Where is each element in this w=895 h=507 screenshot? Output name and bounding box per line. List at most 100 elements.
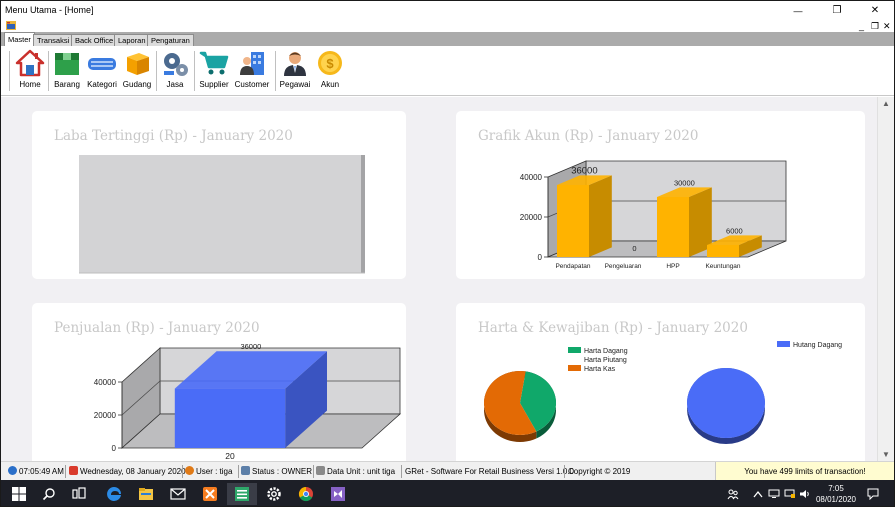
status-separator <box>238 465 239 478</box>
warehouse-box-icon <box>127 53 149 75</box>
harta-aset-legend-label: Harta Dagang <box>584 348 628 355</box>
calendar-icon <box>69 466 78 475</box>
restore-button[interactable]: ❐ <box>818 1 856 20</box>
mdi-restore-button[interactable]: ❐ <box>871 20 879 32</box>
vertical-scrollbar[interactable]: ▲ ▼ <box>877 97 894 461</box>
ribbon-separator <box>9 51 10 91</box>
app-running-icon <box>235 487 249 501</box>
mail-taskbar-button[interactable] <box>163 483 193 505</box>
status-time: 07:05:49 AM <box>8 462 64 481</box>
harta-aset-legend-label: Harta Kas <box>584 366 616 373</box>
pegawai-label: Pegawai <box>279 80 311 89</box>
status-copyright: Copyright © 2019 <box>568 467 631 476</box>
penjualan-category-label: 20 <box>225 451 235 461</box>
file-explorer-icon <box>139 488 153 500</box>
scroll-down-icon[interactable]: ▼ <box>882 450 890 459</box>
gudang-button[interactable]: Gudang <box>121 49 153 95</box>
jasa-button[interactable]: Jasa <box>160 49 190 95</box>
status-user-text: User : tiga <box>196 467 233 476</box>
restore-icon: ❐ <box>832 5 842 16</box>
status-unit: Data Unit : unit tiga <box>316 462 395 481</box>
ribbon-tab-strip: Master Transaksi Back Office Laporan Pen… <box>1 32 894 46</box>
penjualan-y-tick-label: 20000 <box>94 411 117 420</box>
visual-studio-taskbar-button[interactable] <box>323 483 353 505</box>
status-bar: 07:05:49 AM Wednesday, 08 January 2020 U… <box>1 461 894 481</box>
tab-transaksi[interactable]: Transaksi <box>33 34 74 46</box>
close-icon: ✕ <box>870 5 880 16</box>
settings-taskbar-button[interactable] <box>259 483 289 505</box>
task-view-button[interactable] <box>64 483 94 505</box>
status-separator <box>401 465 402 478</box>
harta-aset-legend-swatch <box>568 347 581 353</box>
akun-bar-side <box>589 175 612 257</box>
tab-master[interactable]: Master <box>4 32 35 46</box>
customer-building-icon <box>240 52 264 75</box>
akun-value-label: 0 <box>632 244 636 253</box>
app-form-icon[interactable] <box>6 21 16 30</box>
network-tray-icon[interactable] <box>783 480 797 506</box>
settings-gear-icon <box>267 487 281 501</box>
ribbon-toolbar: Home Barang Kategori Gudang Jasa Supplie… <box>1 46 894 96</box>
home-button[interactable]: Home <box>14 49 46 95</box>
search-icon <box>42 488 55 501</box>
visual-studio-icon <box>331 487 345 501</box>
barang-button[interactable]: Barang <box>52 49 82 95</box>
jasa-label: Jasa <box>166 80 184 89</box>
mail-icon <box>170 488 186 500</box>
box-green-icon <box>55 53 79 75</box>
akun-category-label: Pengeluaran <box>605 263 642 270</box>
mdi-minimize-button[interactable]: _ <box>859 20 864 32</box>
penjualan-y-tick-label: 0 <box>112 444 117 453</box>
scroll-up-icon[interactable]: ▲ <box>882 99 890 108</box>
taskbar-clock[interactable]: 7:05 08/01/2020 <box>811 483 861 505</box>
home-icon <box>15 49 45 77</box>
coin-icon: $ <box>318 51 342 75</box>
status-separator <box>65 465 66 478</box>
windows-taskbar: 7:05 08/01/2020 <box>1 480 894 506</box>
gret-app-taskbar-button[interactable] <box>227 483 257 505</box>
pegawai-button[interactable]: Pegawai <box>279 49 311 95</box>
status-separator <box>564 465 565 478</box>
akun-category-label: Keuntungan <box>705 263 740 270</box>
volume-tray-icon[interactable] <box>798 480 812 506</box>
role-icon <box>241 466 250 475</box>
close-button[interactable]: ✕ <box>856 1 894 20</box>
gudang-label: Gudang <box>122 80 152 89</box>
harta-kewajiban-legend-swatch <box>777 341 790 347</box>
akun-value-label: 30000 <box>674 178 695 187</box>
people-tray-icon[interactable] <box>725 480 741 506</box>
tab-back-office[interactable]: Back Office <box>71 34 118 46</box>
tab-laporan[interactable]: Laporan <box>114 34 150 46</box>
harta-aset-legend-swatch <box>568 365 581 371</box>
harta-kewajiban-legend-label: Hutang Dagang <box>793 342 842 349</box>
mdi-menu-bar: _ ❐ ✕ <box>1 20 894 32</box>
supplier-button[interactable]: Supplier <box>197 49 231 95</box>
clock-icon <box>8 466 17 475</box>
tab-pengaturan[interactable]: Pengaturan <box>147 34 194 46</box>
windows-start-icon <box>12 487 26 501</box>
chrome-taskbar-button[interactable] <box>291 483 321 505</box>
status-separator <box>313 465 314 478</box>
start-button[interactable] <box>4 483 34 505</box>
minimize-button[interactable]: — <box>779 1 817 20</box>
file-explorer-taskbar-button[interactable] <box>131 483 161 505</box>
kategori-button[interactable]: Kategori <box>85 49 119 95</box>
notification-center-icon[interactable] <box>865 480 881 506</box>
akun-y-tick-label: 40000 <box>520 173 543 182</box>
customer-button[interactable]: Customer <box>234 49 270 95</box>
status-separator <box>182 465 183 478</box>
akun-button[interactable]: $ Akun <box>315 49 345 95</box>
status-unit-text: Data Unit : unit tiga <box>327 467 396 476</box>
tray-overflow-icon[interactable] <box>751 480 765 506</box>
search-button[interactable] <box>34 483 64 505</box>
chrome-icon <box>298 486 313 502</box>
database-icon <box>316 466 325 475</box>
akun-value-label: 36000 <box>571 165 597 176</box>
akun-label: Akun <box>320 80 340 89</box>
monitor-tray-icon[interactable] <box>767 480 781 506</box>
akun-bar <box>657 197 689 257</box>
edge-taskbar-button[interactable] <box>99 483 129 505</box>
xampp-taskbar-button[interactable] <box>195 483 225 505</box>
mdi-close-button[interactable]: ✕ <box>883 20 891 32</box>
akun-value-label: 6000 <box>726 226 743 235</box>
